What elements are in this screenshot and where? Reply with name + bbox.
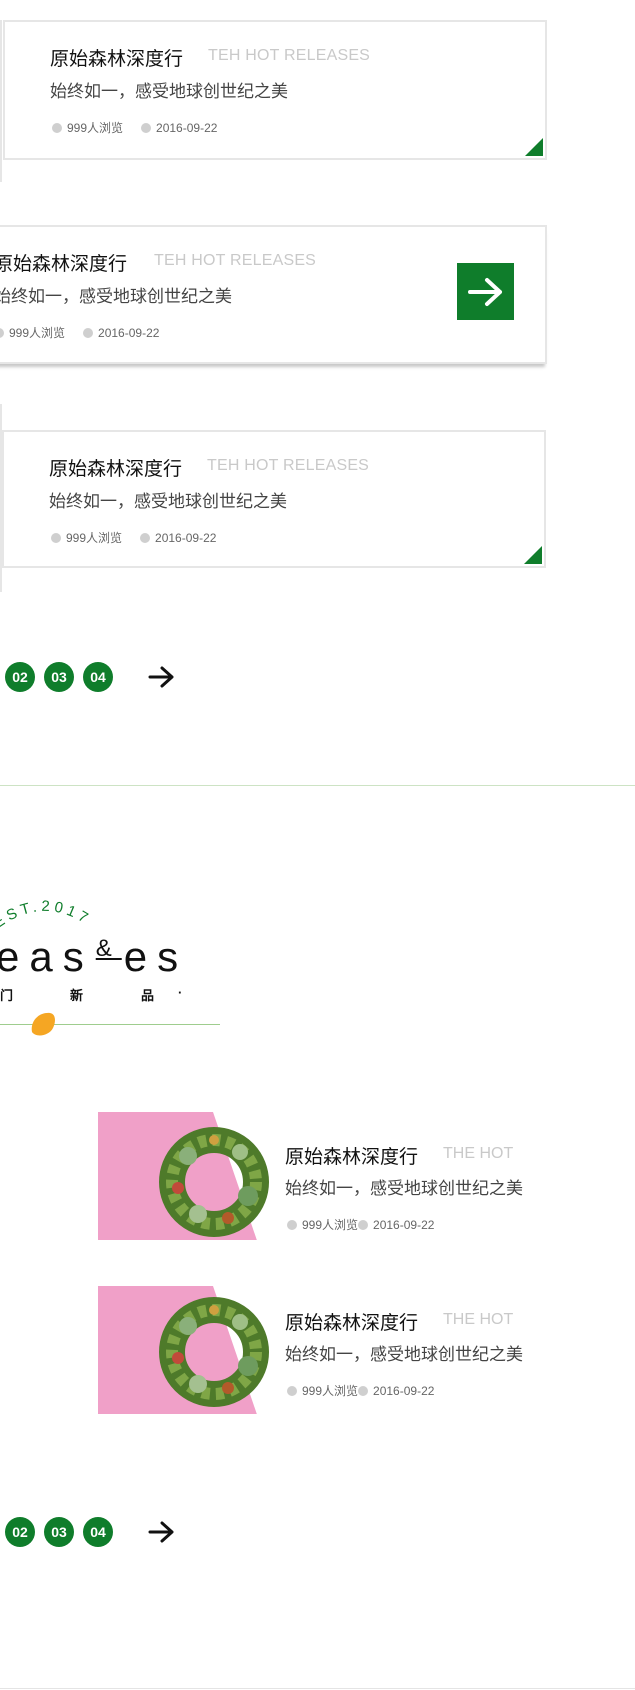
view-count: 999人浏览	[302, 1384, 359, 1398]
product-title: 原始森林深度行	[285, 1147, 419, 1168]
card-left-border	[0, 20, 2, 182]
article-title: 原始森林深度行	[0, 254, 128, 275]
svg-text:EST.2017: EST.2017	[0, 898, 94, 932]
publish-date: 2016-09-22	[98, 325, 160, 340]
orange-blob-icon	[31, 1012, 55, 1036]
article-description: 始终如一，感受地球创世纪之美	[50, 82, 288, 101]
article-description: 始终如一，感受地球创世纪之美	[0, 287, 232, 306]
article-meta: 999人浏览 2016-09-22	[0, 324, 159, 341]
article-subtitle: TEH HOT RELEASES	[208, 47, 371, 64]
logo-sub-char: 门	[0, 988, 14, 1003]
bullet-icon	[140, 532, 151, 543]
bullet-icon	[0, 327, 4, 338]
page-button[interactable]: 02	[5, 1517, 35, 1547]
est-label: EST.2017	[0, 898, 90, 932]
view-count: 999人浏览	[9, 326, 66, 340]
succulent-wreath-image	[159, 1297, 269, 1407]
next-page-button[interactable]	[148, 665, 176, 689]
article-card[interactable]: 原始森林深度行 TEH HOT RELEASES 始终如一，感受地球创世纪之美 …	[2, 430, 546, 568]
view-count: 999人浏览	[67, 121, 124, 135]
article-description: 始终如一，感受地球创世纪之美	[49, 492, 287, 511]
bullet-icon	[83, 327, 94, 338]
article-title: 原始森林深度行	[49, 459, 183, 480]
product-title: 原始森林深度行	[285, 1313, 419, 1334]
bottom-divider	[0, 1688, 635, 1689]
publish-date: 2016-09-22	[155, 530, 217, 545]
page-button[interactable]: 04	[83, 1517, 113, 1547]
read-more-button[interactable]	[457, 263, 514, 320]
article-subtitle: TEH HOT RELEASES	[154, 252, 317, 269]
article-subtitle: TEH HOT RELEASES	[207, 457, 370, 474]
article-card-active[interactable]: 原始森林深度行 TEH HOT RELEASES 始终如一，感受地球创世纪之美 …	[0, 225, 547, 364]
article-meta: 999人浏览 2016-09-22	[51, 529, 216, 546]
arrow-right-icon	[148, 1521, 174, 1543]
product-description: 始终如一，感受地球创世纪之美	[285, 1345, 523, 1364]
product-subtitle: THE HOT	[443, 1145, 514, 1162]
page-button[interactable]: 03	[44, 662, 74, 692]
product-description: 始终如一，感受地球创世纪之美	[285, 1179, 523, 1198]
page-button[interactable]: 03	[44, 1517, 74, 1547]
article-meta: 999人浏览 2016-09-22	[52, 119, 217, 136]
pagination: 02 03 04	[5, 662, 176, 692]
succulent-wreath-image	[159, 1127, 269, 1237]
logo-ampersand: &	[95, 935, 122, 962]
logo-sub-char: ·	[178, 985, 183, 1000]
page-button[interactable]: 04	[83, 662, 113, 692]
article-title: 原始森林深度行	[50, 49, 184, 70]
logo-sub-char: 品	[141, 988, 155, 1003]
est-arc-text: EST.2017	[0, 898, 94, 932]
page-button[interactable]: 02	[5, 662, 35, 692]
corner-triangle-icon	[525, 138, 543, 156]
product-card[interactable]: 原始森林深度行 THE HOT 始终如一，感受地球创世纪之美 999人浏览 20…	[98, 1112, 550, 1247]
publish-date: 2016-09-22	[156, 120, 218, 135]
bullet-icon	[51, 532, 61, 543]
article-card[interactable]: 原始森林深度行 TEH HOT RELEASES 始终如一，感受地球创世纪之美 …	[3, 20, 547, 160]
publish-date: 2016-09-22	[373, 1383, 435, 1398]
arrow-right-icon	[148, 666, 174, 688]
view-count: 999人浏览	[66, 531, 123, 545]
bullet-icon	[358, 1219, 369, 1230]
bullet-icon	[52, 122, 62, 133]
logo-subtitle: 门 新 品 ·	[0, 985, 200, 1003]
product-subtitle: THE HOT	[443, 1311, 514, 1328]
corner-triangle-icon	[524, 546, 542, 564]
logo-sub-char: 新	[70, 988, 84, 1003]
product-meta: 999人浏览 2016-09-22	[287, 1216, 434, 1233]
bullet-icon	[287, 1219, 297, 1230]
logo-word-part: eas	[0, 933, 94, 980]
publish-date: 2016-09-22	[373, 1217, 435, 1232]
product-meta: 999人浏览 2016-09-22	[287, 1382, 434, 1399]
bullet-icon	[358, 1385, 369, 1396]
logo-word-part: es	[123, 933, 189, 980]
bullet-icon	[287, 1385, 297, 1396]
section-divider	[0, 785, 635, 786]
logo-wordmark: eas&es	[0, 933, 188, 981]
bullet-icon	[141, 122, 152, 133]
next-page-button[interactable]	[148, 1520, 176, 1544]
product-card[interactable]: 原始森林深度行 THE HOT 始终如一，感受地球创世纪之美 999人浏览 20…	[98, 1286, 550, 1416]
arrow-right-icon	[467, 277, 502, 306]
view-count: 999人浏览	[302, 1218, 359, 1232]
pagination: 02 03 04	[5, 1517, 176, 1547]
